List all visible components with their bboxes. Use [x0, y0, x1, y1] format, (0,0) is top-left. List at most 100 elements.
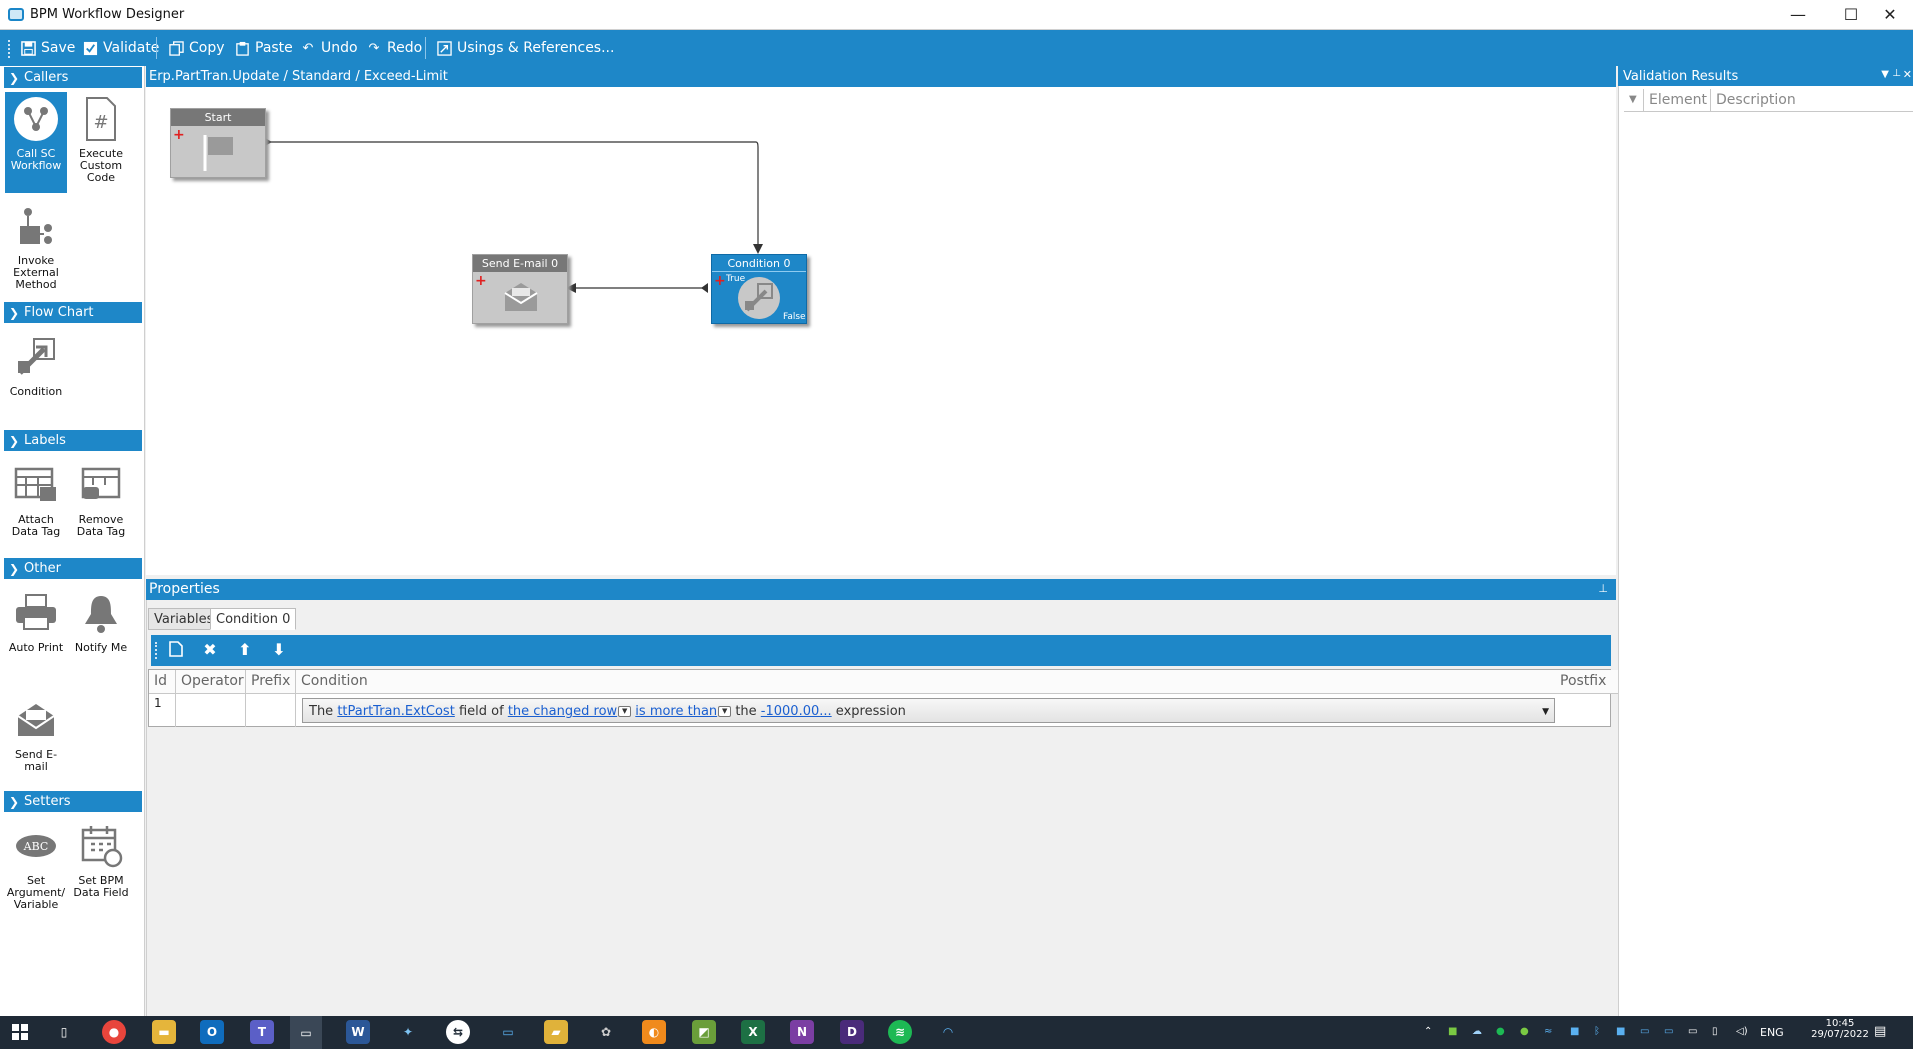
bpm-designer-taskbar-icon[interactable]: ▭: [290, 1016, 322, 1049]
group-header-setters[interactable]: ❯ Setters: [4, 791, 142, 812]
file-explorer-icon[interactable]: ▬: [152, 1020, 176, 1044]
toolbar-grip[interactable]: [8, 40, 11, 58]
filter-icon[interactable]: ▼: [1624, 89, 1644, 112]
group-header-callers[interactable]: ❯ Callers: [4, 67, 142, 88]
outlook-icon[interactable]: O: [200, 1020, 224, 1044]
node-condition[interactable]: Condition 0 + True False: [711, 254, 807, 324]
column-header-prefix[interactable]: Prefix: [246, 670, 296, 694]
tray-icon[interactable]: ■: [1570, 1026, 1579, 1037]
app-icon[interactable]: ◩: [692, 1020, 716, 1044]
teams-icon[interactable]: T: [250, 1020, 274, 1044]
tool-execute-custom-code[interactable]: # Execute Custom Code: [70, 96, 132, 184]
column-header-element[interactable]: Element: [1644, 89, 1711, 112]
paste-button[interactable]: Paste: [234, 30, 293, 66]
task-view-icon[interactable]: ▯: [52, 1020, 76, 1044]
tool-set-argument-variable[interactable]: ABC Set Argument/ Variable: [5, 823, 67, 911]
spotify-icon[interactable]: ≋: [888, 1020, 912, 1044]
redo-button[interactable]: ↷ Redo: [366, 30, 423, 66]
tool-remove-data-tag[interactable]: Remove Data Tag: [70, 462, 132, 538]
operator-link[interactable]: is more than: [635, 704, 717, 719]
group-header-flow-chart[interactable]: ❯ Flow Chart: [4, 302, 142, 323]
row-link[interactable]: the changed row: [508, 704, 617, 719]
app-icon[interactable]: ▭: [496, 1020, 520, 1044]
cell-prefix[interactable]: [246, 694, 296, 727]
app-icon[interactable]: ✦: [396, 1020, 420, 1044]
value-link[interactable]: -1000.00...: [761, 704, 832, 719]
tool-call-sc-workflow[interactable]: Call SC Workflow: [5, 92, 67, 193]
tray-icon[interactable]: ☁: [1472, 1026, 1482, 1037]
row-dropdown-icon[interactable]: ▼: [618, 706, 632, 717]
show-hidden-icons-icon[interactable]: ⌃: [1424, 1026, 1432, 1037]
app-icon[interactable]: ◐: [642, 1020, 666, 1044]
app-icon[interactable]: ⇆: [446, 1020, 470, 1044]
node-start[interactable]: Start +: [170, 108, 266, 178]
display-icon[interactable]: ▯: [1712, 1026, 1718, 1037]
word-icon[interactable]: W: [346, 1020, 370, 1044]
cell-postfix[interactable]: [1555, 694, 1612, 727]
column-header-postfix[interactable]: Postfix: [1555, 670, 1612, 694]
app-icon[interactable]: ▰: [544, 1020, 568, 1044]
tab-variables[interactable]: Variables: [148, 608, 220, 630]
validate-button[interactable]: Validate: [82, 30, 159, 66]
app-icon[interactable]: ✿: [594, 1020, 618, 1044]
column-header-description[interactable]: Description: [1711, 89, 1913, 112]
close-icon[interactable]: ✕: [1903, 68, 1912, 81]
column-header-id[interactable]: Id: [149, 670, 176, 694]
group-header-other[interactable]: ❯ Other: [4, 558, 142, 579]
tray-icon[interactable]: ■: [1616, 1026, 1625, 1037]
group-header-labels[interactable]: ❯ Labels: [4, 430, 142, 451]
undo-button[interactable]: ↶ Undo: [300, 30, 358, 66]
move-down-icon[interactable]: ⬇: [270, 641, 288, 659]
tray-icon[interactable]: ●: [1496, 1026, 1505, 1037]
dropdown-icon[interactable]: ▼: [1881, 69, 1889, 80]
cell-operator[interactable]: [176, 694, 246, 727]
onenote-icon[interactable]: N: [790, 1020, 814, 1044]
node-send-email[interactable]: Send E-mail 0 +: [472, 254, 568, 324]
chevron-down-icon[interactable]: ▼: [1542, 707, 1549, 717]
field-link[interactable]: ttPartTran.ExtCost: [337, 704, 454, 719]
expand-plus-icon[interactable]: +: [475, 273, 487, 289]
condition-expression[interactable]: The ttPartTran.ExtCost field of the chan…: [302, 698, 1555, 723]
battery-icon[interactable]: ▭: [1688, 1026, 1697, 1037]
tool-send-email[interactable]: Send E-mail: [5, 697, 67, 773]
app-icon[interactable]: D: [840, 1020, 864, 1044]
chrome-icon[interactable]: ●: [102, 1020, 126, 1044]
column-header-operator[interactable]: Operator: [176, 670, 246, 694]
tray-icon[interactable]: ≈: [1544, 1026, 1552, 1037]
tray-icon[interactable]: ▭: [1664, 1026, 1673, 1037]
clock[interactable]: 10:45 29/07/2022: [1810, 1018, 1870, 1040]
excel-icon[interactable]: X: [741, 1020, 765, 1044]
pin-icon[interactable]: ⊥: [1892, 68, 1901, 79]
tool-notify-me[interactable]: Notify Me: [70, 590, 132, 654]
tab-condition-0[interactable]: Condition 0: [210, 608, 297, 630]
close-button[interactable]: ✕: [1867, 0, 1913, 30]
tool-attach-data-tag[interactable]: Attach Data Tag: [5, 462, 67, 538]
copy-button[interactable]: Copy: [168, 30, 225, 66]
tray-icon[interactable]: ●: [1520, 1026, 1529, 1037]
tool-invoke-external-method[interactable]: Invoke External Method: [5, 203, 67, 291]
minimize-button[interactable]: —: [1775, 0, 1821, 30]
volume-icon[interactable]: ◁): [1736, 1026, 1748, 1037]
wifi-icon[interactable]: ◠: [936, 1020, 960, 1044]
new-row-icon[interactable]: [167, 641, 185, 659]
operator-dropdown-icon[interactable]: ▼: [718, 706, 732, 717]
column-header-condition[interactable]: Condition: [296, 670, 1702, 694]
delete-row-icon[interactable]: ✖: [201, 641, 219, 659]
windows-start-icon[interactable]: [8, 1020, 32, 1044]
save-button[interactable]: Save: [20, 30, 75, 66]
pin-icon[interactable]: ⊥: [1598, 582, 1608, 595]
language-indicator[interactable]: ENG: [1760, 1026, 1784, 1039]
usings-references-button[interactable]: Usings & References...: [436, 30, 614, 66]
tool-auto-print[interactable]: Auto Print: [5, 590, 67, 654]
move-up-icon[interactable]: ⬆: [236, 641, 254, 659]
notifications-icon[interactable]: ▤: [1874, 1024, 1886, 1039]
workflow-canvas[interactable]: Start + Send E-mail 0 + Condition 0 + Tr…: [146, 87, 1616, 575]
tool-set-bpm-data-field[interactable]: Set BPM Data Field: [70, 823, 132, 899]
tray-icon[interactable]: ▭: [1640, 1026, 1649, 1037]
expand-plus-icon[interactable]: +: [714, 273, 726, 289]
tray-icon[interactable]: ■: [1448, 1026, 1457, 1037]
expand-plus-icon[interactable]: +: [173, 127, 185, 143]
bluetooth-icon[interactable]: ᛒ: [1594, 1026, 1600, 1037]
toolbar-grip[interactable]: [155, 642, 158, 659]
tool-condition[interactable]: Condition: [5, 334, 67, 398]
